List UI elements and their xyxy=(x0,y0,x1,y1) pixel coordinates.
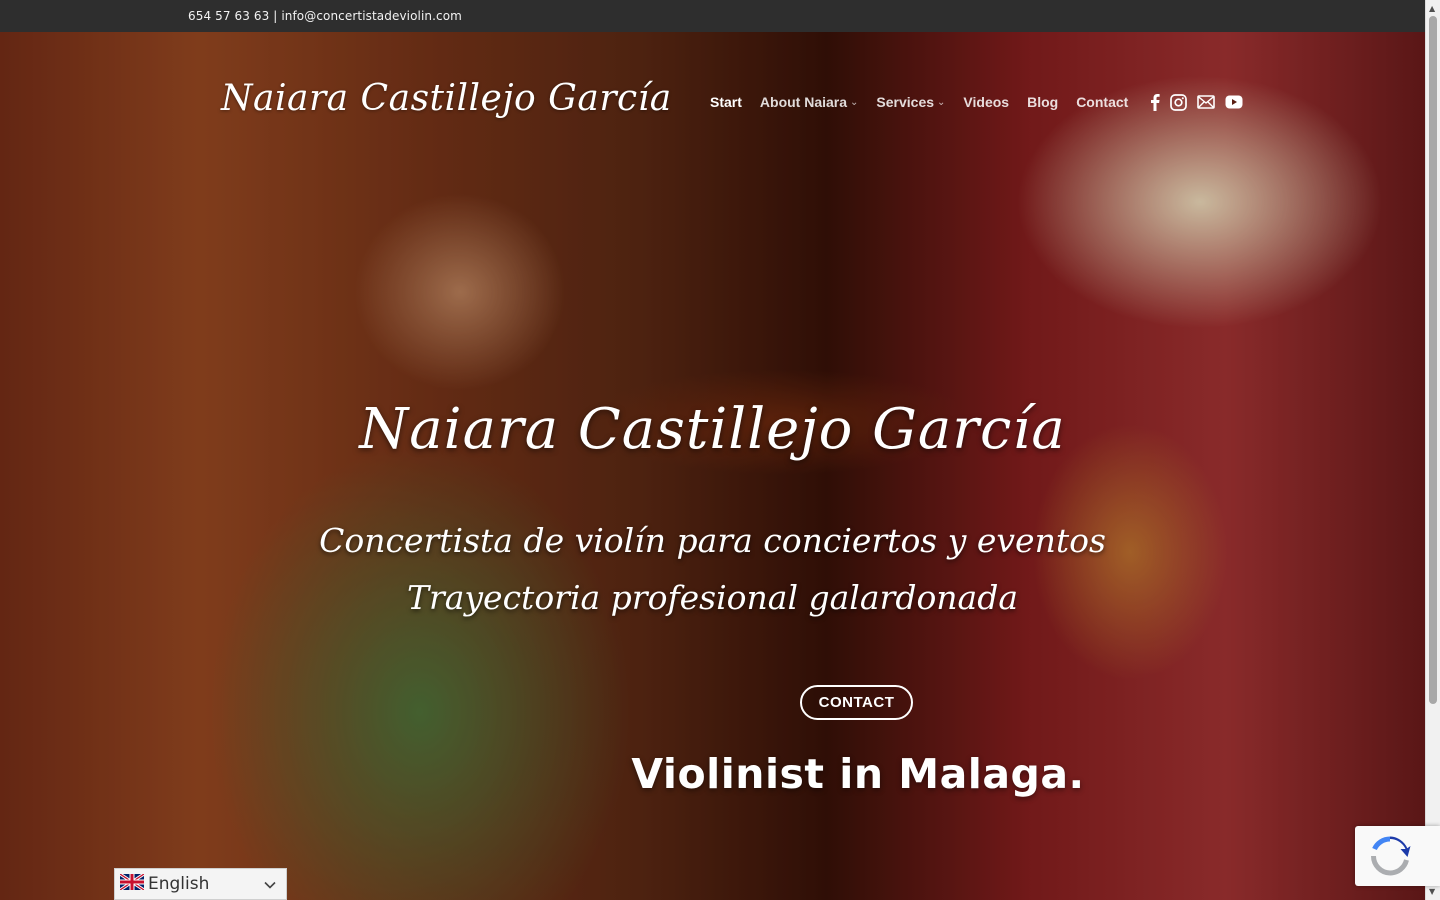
hero-overlay: Naiara Castillejo García Start About Nai… xyxy=(0,32,1425,900)
facebook-icon[interactable] xyxy=(1150,93,1160,111)
scroll-down-arrow-icon[interactable]: ▼ xyxy=(1429,887,1435,896)
nav-blog[interactable]: Blog xyxy=(1027,94,1058,110)
scrollbar-thumb[interactable] xyxy=(1429,16,1437,704)
top-bar: 654 57 63 63 | info@concertistadeviolin.… xyxy=(0,0,1425,32)
nav-videos[interactable]: Videos xyxy=(963,94,1009,110)
chevron-down-icon: ⌄ xyxy=(937,96,946,108)
instagram-icon[interactable] xyxy=(1170,93,1188,111)
youtube-icon[interactable] xyxy=(1225,95,1243,109)
nav-about-naiara[interactable]: About Naiara ⌄ xyxy=(760,94,859,110)
hero-subtitle-line2: Trayectoria profesional galardonada xyxy=(406,578,1019,617)
email-icon[interactable] xyxy=(1197,95,1216,109)
nav-label: Videos xyxy=(963,94,1010,110)
contact-button[interactable]: CONTACT xyxy=(800,685,913,720)
scroll-up-arrow-icon[interactable]: ▲ xyxy=(1429,4,1435,13)
nav-label: Start xyxy=(710,94,742,110)
nav-start[interactable]: Start xyxy=(710,94,742,110)
contact-info: 654 57 63 63 | info@concertistadeviolin.… xyxy=(188,9,462,23)
nav-contact[interactable]: Contact xyxy=(1076,94,1128,110)
hero-subtitle-line1: Concertista de violín para conciertos y … xyxy=(319,521,1106,560)
hero-section: Naiara Castillejo García Start About Nai… xyxy=(0,32,1425,900)
nav-services[interactable]: Services ⌄ xyxy=(876,94,945,110)
main-nav: Start About Naiara ⌄ Services ⌄ Videos Blo… xyxy=(710,90,1243,114)
chevron-down-icon: ⌄ xyxy=(850,96,859,108)
nav-label: Services xyxy=(876,94,935,110)
hero-tagline: Violinist in Malaga. xyxy=(631,750,1085,798)
site-logo[interactable]: Naiara Castillejo García xyxy=(221,78,672,119)
page-scrollbar[interactable]: ▲ ▼ xyxy=(1425,0,1440,900)
hero-title: Naiara Castillejo García xyxy=(359,397,1066,462)
nav-label: Contact xyxy=(1076,94,1129,110)
nav-label: Blog xyxy=(1027,94,1059,110)
nav-label: About Naiara xyxy=(759,94,848,110)
social-links xyxy=(1150,93,1243,111)
